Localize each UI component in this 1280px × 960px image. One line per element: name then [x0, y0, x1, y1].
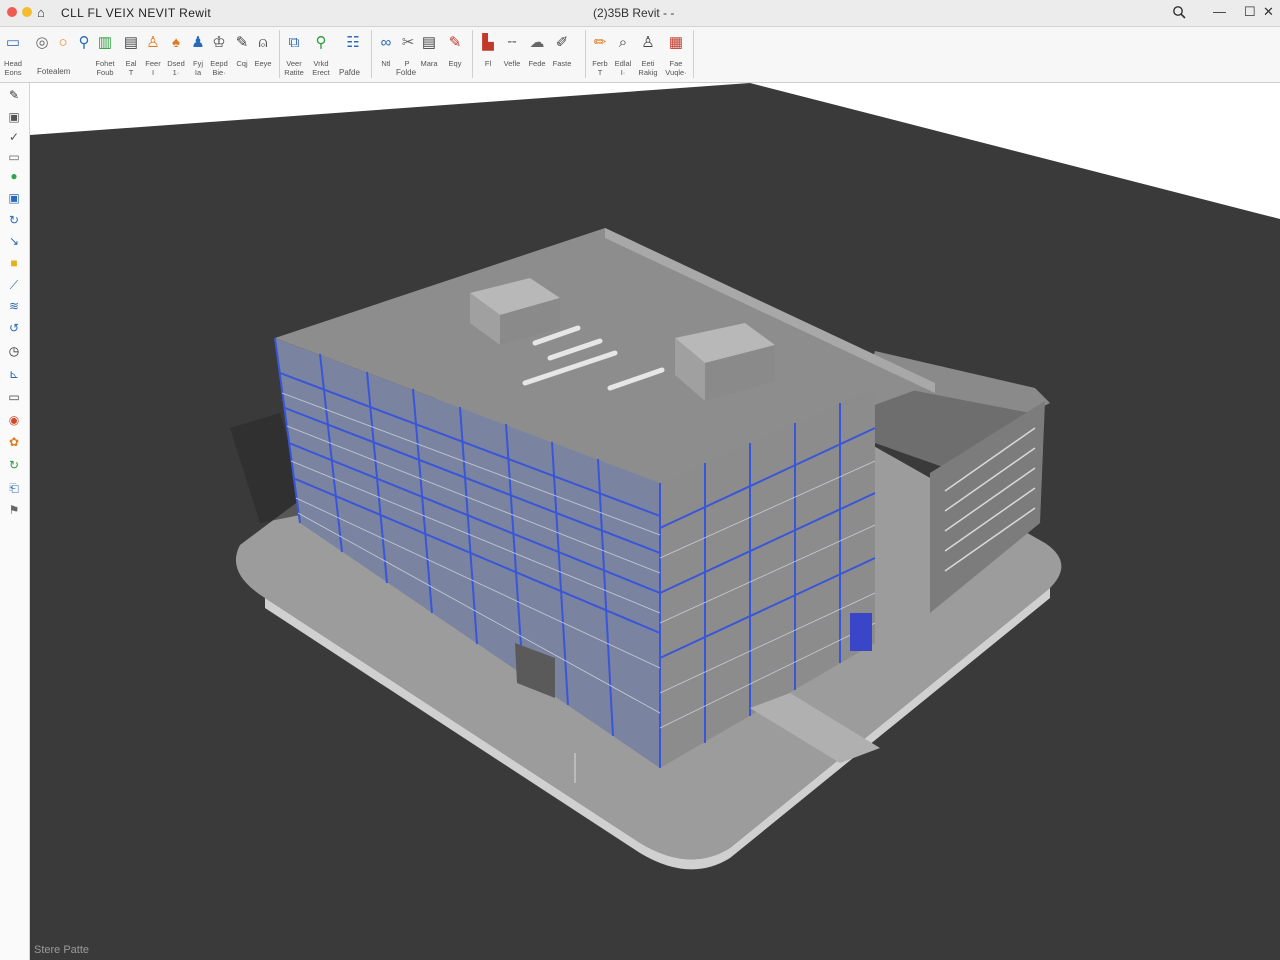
close-window-button[interactable] — [7, 7, 17, 17]
list-icon: ▤ — [421, 34, 437, 51]
brush-icon: ✐ — [555, 34, 569, 51]
file-title[interactable]: (2)35B Revit - - — [593, 6, 674, 20]
circle-icon: ◎ — [35, 34, 49, 51]
tree-icon[interactable]: ⊾ — [5, 365, 23, 383]
schedule-icon: ▦ — [668, 34, 684, 51]
pencil-icon: ✏ — [593, 34, 607, 51]
ribbon-separator — [585, 30, 586, 78]
link-icon: ∞ — [380, 34, 392, 51]
building-model — [30, 83, 1280, 870]
pen-icon: ✎ — [235, 34, 249, 51]
tool-cqj[interactable]: ✎ Cqj — [232, 31, 252, 81]
tool-fl[interactable]: ▙ Fl — [478, 31, 498, 81]
ribbon-group-label: Folde — [396, 68, 417, 77]
cloud-icon: ☁ — [529, 34, 545, 51]
tool-vrkd[interactable]: ⚲ Vrkd Erect — [310, 31, 332, 81]
view-icon: ⧉ — [288, 34, 300, 51]
maximize-button[interactable]: ☐ — [1244, 4, 1256, 20]
magnifier-icon: ○ — [58, 34, 68, 51]
background-sky — [30, 83, 1280, 219]
user-icon: ♙ — [146, 34, 160, 51]
tool-fede[interactable]: ☁ Fede — [526, 31, 548, 81]
dash-icon: ╌ — [507, 34, 517, 51]
tool-faste[interactable]: ✐ Faste — [549, 31, 575, 81]
tool-ntl[interactable]: ∞ Ntl — [376, 31, 396, 81]
title-bar: ⌂ CLL FL VEIX NEVIT Rewit (2)35B Revit -… — [0, 0, 1280, 27]
bell-icon: ⍝ — [258, 34, 268, 51]
tool-feer[interactable]: ♙ Feer I — [143, 31, 163, 81]
tool-zoom[interactable]: ⚲ — [74, 31, 94, 81]
paint-icon[interactable]: ✿ — [5, 433, 23, 451]
edit-icon[interactable]: ▣ — [5, 108, 23, 126]
ribbon-separator — [693, 30, 694, 78]
tool-edlal[interactable]: ⌕ Edlal I· — [613, 31, 633, 81]
tool-vefle[interactable]: ╌ Vefle — [501, 31, 523, 81]
tool-eeti[interactable]: ♙ Eeti Rakig — [636, 31, 660, 81]
layers-icon[interactable]: ≋ — [5, 297, 23, 315]
flag-icon[interactable]: ⚑ — [5, 501, 23, 519]
kiosk — [850, 613, 872, 651]
magnifier-icon: ⚲ — [78, 34, 90, 51]
ribbon-group-label: Pafde — [339, 68, 360, 77]
clock-icon[interactable]: ◷ — [5, 342, 23, 360]
tool-sidebar: ✎ ▣ ✓ ▭ ● ▣ ↻ ↘ ■ ⟋ ≋ ↺ ◷ ⊾ ▭ ◉ ✿ ↻ ⎗ ⚑ — [0, 83, 30, 960]
tool-mara[interactable]: ▤ Mara — [418, 31, 440, 81]
zoom-icon: ⚲ — [315, 34, 327, 51]
3d-viewport[interactable] — [30, 83, 1280, 960]
cycle-icon[interactable]: ↻ — [5, 456, 23, 474]
panel-icon[interactable]: ▭ — [5, 148, 23, 166]
user-icon: ♙ — [641, 34, 655, 51]
tool-veer[interactable]: ⧉ Veer Ratite — [283, 31, 305, 81]
tool-fae[interactable]: ▦ Fae Vuqle· — [663, 31, 689, 81]
refresh-icon[interactable]: ↺ — [5, 319, 23, 337]
image-icon[interactable]: ▣ — [5, 189, 23, 207]
search-icon[interactable] — [1172, 5, 1186, 19]
minimize-button[interactable]: — — [1213, 4, 1226, 19]
app-title: CLL FL VEIX NEVIT Rewit — [61, 6, 212, 20]
tool-eepd[interactable]: ♔ Eepd Bie· — [209, 31, 229, 81]
folder-icon: ▭ — [5, 34, 21, 51]
shape-icon: ▙ — [482, 34, 494, 51]
tag-icon: ⌕ — [618, 34, 628, 51]
chrome-icon[interactable]: ◉ — [5, 411, 23, 429]
ribbon-separator — [279, 30, 280, 78]
link-icon[interactable]: ⟋ — [5, 276, 23, 294]
window-icon[interactable]: ▭ — [5, 388, 23, 406]
page-icon[interactable]: ⎗ — [5, 479, 23, 497]
minimize-window-button[interactable] — [22, 7, 32, 17]
ribbon: ▭ Head Eons ◎ ○ ⚲ ▥ Fohet Foub ▤ Eal T ♙… — [0, 27, 1280, 83]
tool-fohet[interactable]: ▥ Fohet Foub — [95, 31, 115, 81]
tool-dsed[interactable]: ♠ Dsed 1· — [166, 31, 186, 81]
cursor-icon[interactable]: ↘ — [5, 232, 23, 250]
user-outline-icon: ♔ — [212, 34, 226, 51]
cut-icon: ✂ — [401, 34, 415, 51]
chart-icon: ▥ — [97, 34, 113, 51]
rotate-icon[interactable]: ↻ — [5, 211, 23, 229]
tool-fyj[interactable]: ♟ Fyj Ia — [188, 31, 208, 81]
tool-ferb[interactable]: ✏ Ferb T — [590, 31, 610, 81]
ribbon-separator — [371, 30, 372, 78]
flame-icon: ♠ — [172, 34, 180, 51]
ribbon-separator — [472, 30, 473, 78]
folder-icon[interactable]: ■ — [5, 254, 23, 272]
person-icon: ♟ — [191, 34, 205, 51]
pencil-icon: ✎ — [448, 34, 462, 51]
tool-head[interactable]: ▭ Head Eons — [2, 31, 24, 81]
ribbon-group-label: Fotealem — [37, 67, 71, 76]
home-icon[interactable]: ⌂ — [37, 5, 45, 20]
globe-icon[interactable]: ● — [5, 167, 23, 185]
tool-eqy[interactable]: ✎ Eqy — [444, 31, 466, 81]
tool-eeye[interactable]: ⍝ Eeye — [253, 31, 273, 81]
tool-eal[interactable]: ▤ Eal T — [121, 31, 141, 81]
document-icon: ▤ — [123, 34, 139, 51]
table-icon: ☷ — [346, 34, 360, 51]
close-button[interactable]: ✕ — [1263, 4, 1274, 20]
view-label: Stere Patte — [34, 944, 90, 956]
wrench-icon[interactable]: ✎ — [5, 86, 23, 104]
check-icon[interactable]: ✓ — [5, 128, 23, 146]
